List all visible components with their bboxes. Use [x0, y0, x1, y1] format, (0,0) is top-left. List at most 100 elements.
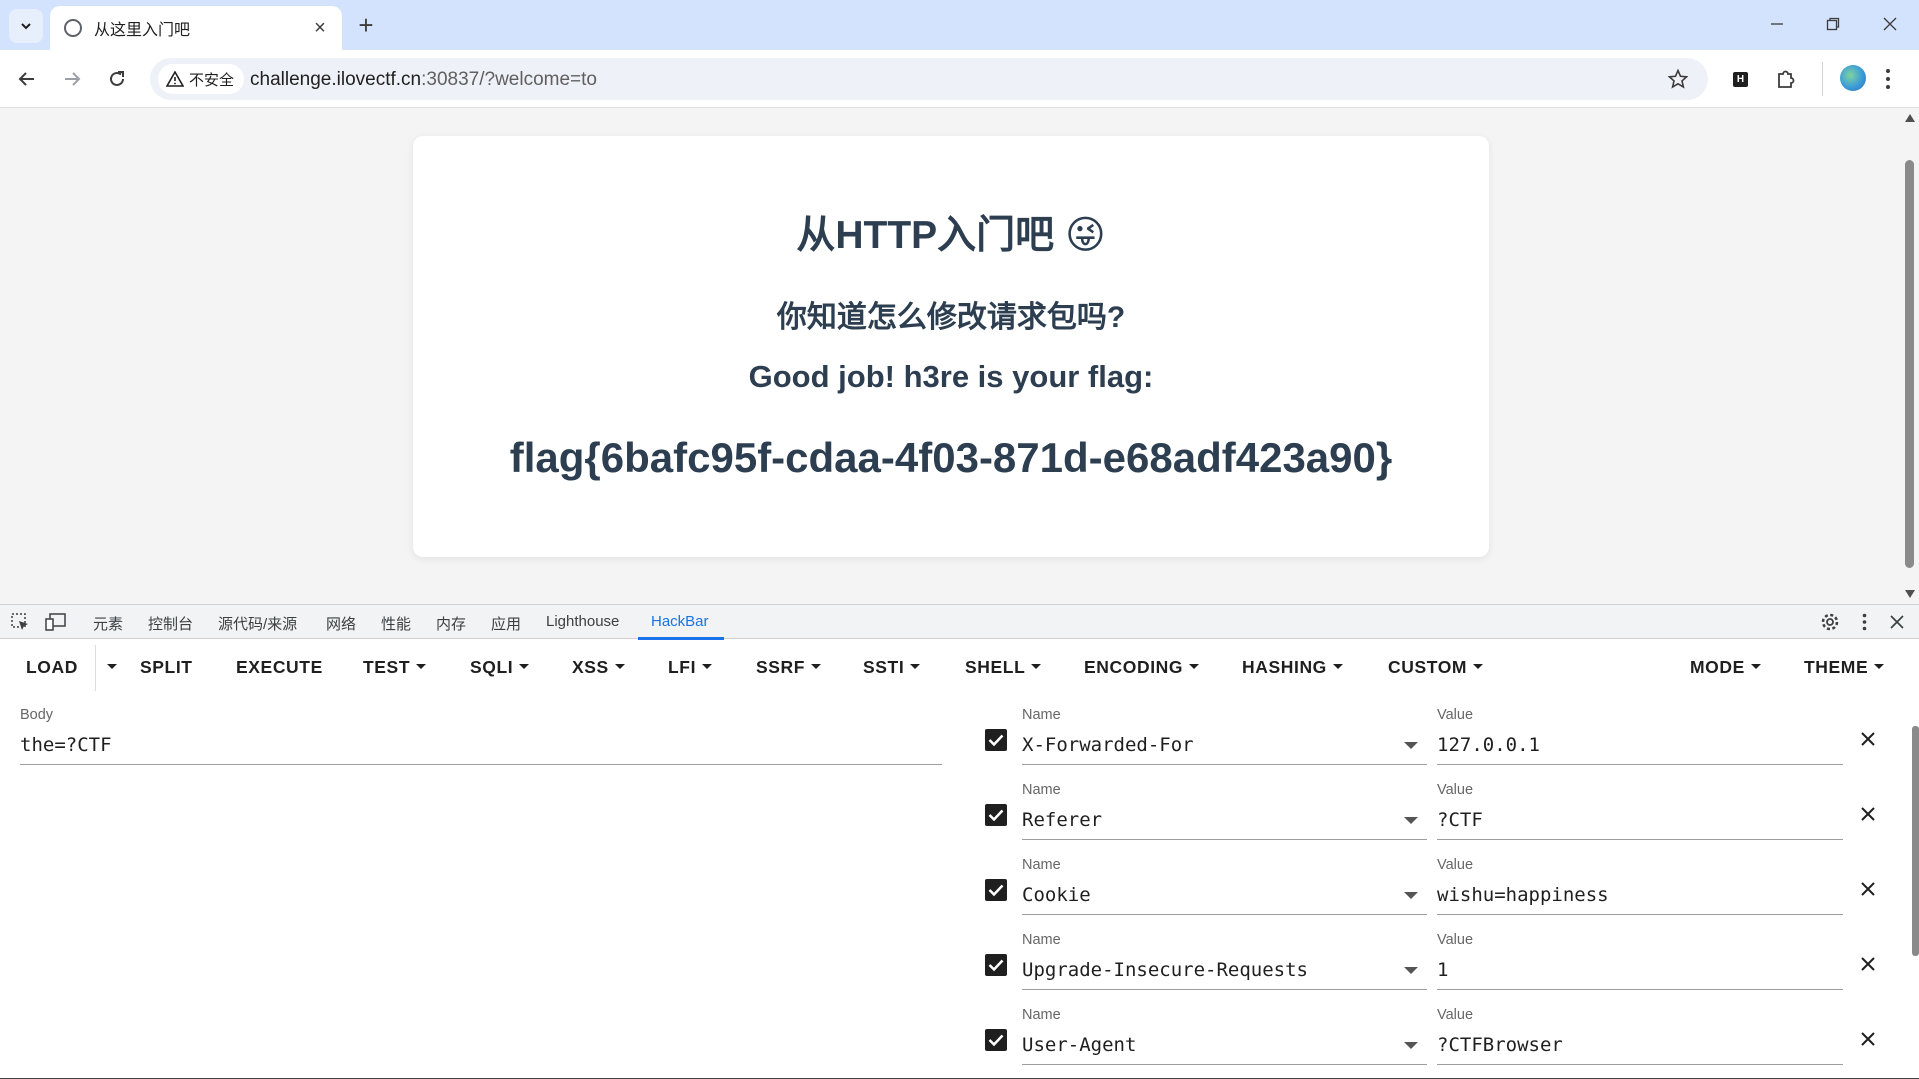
encoding-menu[interactable]: ENCODING [1084, 657, 1200, 678]
xss-menu[interactable]: XSS [572, 657, 625, 678]
hashing-menu[interactable]: HASHING [1242, 657, 1343, 678]
header-enabled-checkbox[interactable] [985, 954, 1007, 976]
header-value-input[interactable]: 1 [1437, 959, 1448, 981]
name-underline [1022, 914, 1427, 915]
header-name-input[interactable]: X-Forwarded-For [1022, 734, 1194, 756]
close-icon [1861, 957, 1875, 971]
header-value-label: Value [1437, 857, 1474, 873]
close-window-button[interactable] [1870, 8, 1910, 40]
devtools-kebab-icon[interactable] [1862, 613, 1867, 631]
split-button[interactable]: SPLIT [140, 657, 193, 678]
header-enabled-checkbox[interactable] [985, 729, 1007, 751]
custom-menu[interactable]: CUSTOM [1388, 657, 1484, 678]
devtools-tab-network[interactable]: 网络 [326, 613, 356, 634]
device-toolbar-icon[interactable] [45, 613, 67, 631]
execute-button[interactable]: EXECUTE [236, 657, 323, 678]
header-enabled-checkbox[interactable] [985, 1029, 1007, 1051]
shell-menu[interactable]: SHELL [965, 657, 1042, 678]
profile-avatar[interactable] [1840, 65, 1866, 91]
url-text[interactable]: challenge.ilovectf.cn:30837/?welcome=to [250, 69, 597, 91]
devtools-tab-hackbar[interactable]: HackBar [651, 613, 709, 630]
hackbar-menu: LOAD SPLIT EXECUTE TEST SQLI XSS LFI SSR… [0, 639, 1919, 697]
remove-header-button[interactable] [1858, 729, 1878, 749]
kebab-menu-icon[interactable] [1885, 68, 1891, 90]
security-chip[interactable]: 不安全 [158, 64, 245, 94]
body-input[interactable]: the=?CTF [20, 734, 112, 756]
header-name-label: Name [1022, 932, 1061, 948]
header-name-input[interactable]: Cookie [1022, 884, 1091, 906]
close-tab-icon[interactable]: × [308, 16, 332, 40]
test-menu[interactable]: TEST [363, 657, 427, 678]
value-underline [1437, 989, 1843, 990]
devtools-tab-memory[interactable]: 内存 [436, 613, 466, 634]
lfi-menu[interactable]: LFI [668, 657, 713, 678]
browser-tab[interactable]: 从这里入门吧 × [50, 6, 342, 50]
restore-icon [1826, 17, 1840, 31]
devtools-tab-sources[interactable]: 源代码/来源 [218, 613, 297, 634]
reload-button[interactable] [100, 62, 134, 96]
name-underline [1022, 839, 1427, 840]
devtools-tab-console[interactable]: 控制台 [148, 613, 193, 634]
remove-header-button[interactable] [1858, 954, 1878, 974]
theme-menu[interactable]: THEME [1804, 657, 1885, 678]
restore-button[interactable] [1813, 8, 1853, 40]
new-tab-button[interactable]: + [352, 12, 380, 40]
hashing-menu-label: HASHING [1242, 657, 1327, 677]
caret-down-icon [1031, 664, 1042, 670]
address-bar[interactable]: 不安全 challenge.ilovectf.cn:30837/?welcome… [150, 58, 1708, 100]
inspect-element-icon[interactable] [11, 613, 30, 632]
devtools-tab-elements[interactable]: 元素 [93, 613, 123, 634]
custom-menu-label: CUSTOM [1388, 657, 1468, 677]
load-button[interactable]: LOAD [26, 657, 78, 678]
header-name-input[interactable]: User-Agent [1022, 1034, 1136, 1056]
page-scroll-thumb[interactable] [1905, 160, 1914, 568]
ssrf-menu[interactable]: SSRF [756, 657, 822, 678]
hackbar-scroll-thumb[interactable] [1912, 726, 1919, 956]
globe-favicon-icon [64, 19, 82, 37]
devtools-tab-lighthouse[interactable]: Lighthouse [546, 613, 619, 630]
close-icon [1883, 17, 1897, 31]
scroll-up-arrow-icon[interactable] [1905, 114, 1915, 122]
page-scrollbar[interactable] [1900, 108, 1919, 604]
url-path: :30837/?welcome=to [421, 69, 597, 90]
remove-header-button[interactable] [1858, 804, 1878, 824]
header-enabled-checkbox[interactable] [985, 804, 1007, 826]
dropdown-arrow-icon[interactable] [1404, 742, 1418, 749]
tab-search-button[interactable] [9, 9, 43, 43]
minimize-button[interactable] [1757, 8, 1797, 40]
test-menu-label: TEST [363, 657, 411, 677]
ssti-menu[interactable]: SSTI [863, 657, 921, 678]
close-devtools-icon[interactable] [1890, 615, 1904, 629]
header-enabled-checkbox[interactable] [985, 879, 1007, 901]
bookmark-star-icon[interactable] [1668, 69, 1688, 89]
header-value-input[interactable]: ?CTF [1437, 809, 1483, 831]
hackbar-extension-icon[interactable]: H [1733, 72, 1748, 87]
settings-gear-icon[interactable] [1820, 612, 1840, 632]
header-value-input[interactable]: wishu=happiness [1437, 884, 1609, 906]
devtools-tab-performance[interactable]: 性能 [381, 613, 411, 634]
devtools-tab-application[interactable]: 应用 [491, 613, 521, 634]
sqli-menu[interactable]: SQLI [470, 657, 530, 678]
dropdown-arrow-icon[interactable] [1404, 967, 1418, 974]
header-name-input[interactable]: Referer [1022, 809, 1102, 831]
caret-down-icon [1332, 664, 1343, 670]
header-name-input[interactable]: Upgrade-Insecure-Requests [1022, 959, 1308, 981]
mode-menu[interactable]: MODE [1690, 657, 1761, 678]
forward-button[interactable] [55, 62, 89, 96]
extensions-puzzle-icon[interactable] [1775, 68, 1797, 90]
remove-header-button[interactable] [1858, 879, 1878, 899]
dropdown-arrow-icon[interactable] [1404, 1042, 1418, 1049]
caret-down-icon [519, 664, 530, 670]
checkmark-icon [988, 1034, 1004, 1047]
dropdown-arrow-icon[interactable] [1404, 892, 1418, 899]
back-button[interactable] [10, 62, 44, 96]
checkmark-icon [988, 959, 1004, 972]
header-value-input[interactable]: 127.0.0.1 [1437, 734, 1540, 756]
value-underline [1437, 839, 1843, 840]
scroll-down-arrow-icon[interactable] [1905, 590, 1915, 598]
header-value-input[interactable]: ?CTFBrowser [1437, 1034, 1563, 1056]
devtools-panel: 元素 控制台 源代码/来源 网络 性能 内存 应用 Lighthouse Hac… [0, 604, 1919, 1079]
remove-header-button[interactable] [1858, 1029, 1878, 1049]
dropdown-arrow-icon[interactable] [1404, 817, 1418, 824]
load-options-button[interactable] [101, 657, 117, 678]
